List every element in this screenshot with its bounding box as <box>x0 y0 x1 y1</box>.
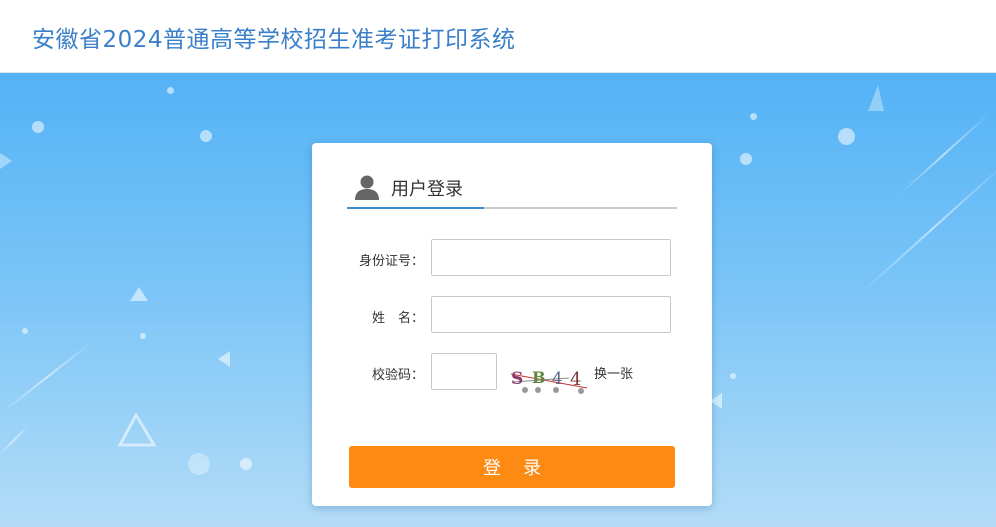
header-bar: 安徽省2024普通高等学校招生准考证打印系统 <box>0 0 996 73</box>
name-label: 姓 名： <box>371 311 424 326</box>
decor-dot <box>140 333 146 339</box>
page-title: 安徽省2024普通高等学校招生准考证打印系统 <box>32 27 516 53</box>
name-row: 姓 名： <box>312 296 712 334</box>
verify-code-input[interactable] <box>431 353 497 390</box>
id-number-input[interactable] <box>431 239 671 276</box>
decor-triangle <box>0 153 12 169</box>
login-card-header: 用户登录 <box>347 171 677 209</box>
decor-streak <box>0 339 96 415</box>
decor-dot <box>838 128 855 145</box>
refresh-captcha-link[interactable]: 换一张 <box>594 363 633 382</box>
decor-streak <box>899 112 990 195</box>
decor-dot <box>750 113 757 120</box>
header-active-underline <box>347 207 484 209</box>
decor-triangle <box>868 85 884 111</box>
decor-dot <box>167 87 174 94</box>
svg-text:4: 4 <box>570 369 581 390</box>
decor-triangle <box>130 287 148 301</box>
decor-dot <box>200 130 212 142</box>
svg-text:B: B <box>532 368 546 387</box>
decor-dot <box>188 453 210 475</box>
captcha-image[interactable]: S B 4 4 <box>509 360 589 394</box>
name-input[interactable] <box>431 296 671 333</box>
decor-streak <box>859 159 996 295</box>
decor-dot <box>730 373 736 379</box>
login-title: 用户登录 <box>391 179 463 200</box>
verify-code-row: 校验码： S B 4 4 换一张 <box>312 353 712 394</box>
id-number-label: 身份证号： <box>358 254 424 269</box>
decor-dot <box>32 121 44 133</box>
decor-dot <box>22 328 28 334</box>
decor-dot <box>240 458 252 470</box>
login-card: 用户登录 身份证号： 姓 名： 校验码： S B 4 4 换一张 登录 <box>312 143 712 506</box>
decor-dot <box>740 153 752 165</box>
decor-triangle <box>218 351 230 367</box>
decor-streak <box>0 425 29 455</box>
login-button[interactable]: 登录 <box>349 446 675 488</box>
verify-code-label: 校验码： <box>371 368 424 383</box>
user-icon <box>355 175 379 200</box>
svg-text:4: 4 <box>552 369 563 389</box>
id-number-row: 身份证号： <box>312 239 712 277</box>
svg-text:S: S <box>511 369 523 389</box>
decor-triangle-outline <box>118 413 157 447</box>
